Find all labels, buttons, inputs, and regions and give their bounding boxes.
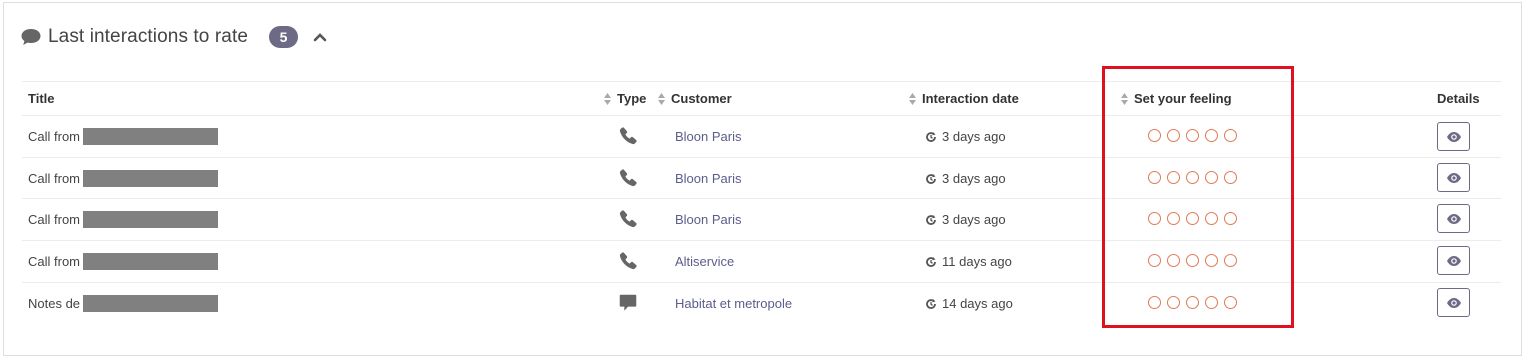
customer-link[interactable]: Habitat et metropole [675, 296, 792, 311]
column-header-customer[interactable]: Customer [657, 91, 732, 106]
history-icon [926, 131, 936, 142]
interaction-date: 3 days ago [925, 129, 1006, 144]
feeling-column-highlight [1102, 66, 1294, 328]
row-title: Call from [28, 211, 219, 228]
customer-link[interactable]: Bloon Paris [675, 171, 741, 186]
column-header-details: Details [1437, 91, 1480, 106]
interaction-date: 14 days ago [925, 296, 1013, 311]
chevron-up-icon[interactable] [313, 30, 327, 44]
column-customer-label: Customer [671, 91, 732, 106]
customer-link[interactable]: Bloon Paris [675, 212, 741, 227]
panel-title: Last interactions to rate [48, 26, 248, 47]
customer-link[interactable]: Bloon Paris [675, 129, 741, 144]
column-header-interaction-date[interactable]: Interaction date [908, 91, 1019, 106]
details-button[interactable] [1437, 204, 1470, 233]
redacted-text [83, 128, 219, 145]
phone-icon [619, 252, 637, 270]
redacted-text [83, 295, 219, 312]
date-text: 3 days ago [942, 212, 1006, 227]
interaction-date: 3 days ago [925, 212, 1006, 227]
customer-link[interactable]: Altiservice [675, 254, 734, 269]
title-text: Call from [28, 129, 81, 144]
details-button[interactable] [1437, 288, 1470, 317]
redacted-text [83, 211, 219, 228]
row-title: Call from [28, 253, 219, 270]
panel-header: Last interactions to rate 5 [20, 22, 327, 52]
row-title: Call from [28, 170, 219, 187]
eye-icon [1446, 172, 1461, 183]
redacted-text [83, 170, 219, 187]
title-text: Call from [28, 212, 81, 227]
title-text: Call from [28, 254, 81, 269]
history-icon [926, 256, 936, 267]
row-title: Call from [28, 128, 219, 145]
history-icon [926, 214, 936, 225]
redacted-text [83, 253, 219, 270]
sort-icon [604, 92, 611, 105]
date-text: 3 days ago [942, 129, 1006, 144]
date-text: 3 days ago [942, 171, 1006, 186]
row-title: Notes de [28, 295, 219, 312]
date-text: 11 days ago [942, 254, 1012, 269]
note-icon [619, 294, 637, 311]
eye-icon [1446, 255, 1461, 266]
history-icon [926, 298, 936, 309]
details-button[interactable] [1437, 163, 1470, 192]
column-header-title[interactable]: Title [28, 91, 55, 106]
sort-icon [658, 92, 665, 105]
interaction-date: 3 days ago [925, 171, 1006, 186]
date-text: 14 days ago [942, 296, 1013, 311]
interaction-date: 11 days ago [925, 254, 1012, 269]
phone-icon [619, 127, 637, 145]
count-badge: 5 [269, 26, 298, 48]
title-text: Notes de [28, 296, 81, 311]
column-details-label: Details [1437, 91, 1480, 106]
column-date-label: Interaction date [922, 91, 1019, 106]
title-text: Call from [28, 171, 81, 186]
sort-icon [909, 92, 916, 105]
history-icon [926, 173, 936, 184]
column-header-type[interactable]: Type [603, 91, 646, 106]
eye-icon [1446, 297, 1461, 308]
column-type-label: Type [617, 91, 647, 106]
details-button[interactable] [1437, 246, 1470, 275]
comment-icon [21, 29, 41, 45]
phone-icon [619, 210, 637, 228]
eye-icon [1446, 131, 1461, 142]
eye-icon [1446, 213, 1461, 224]
details-button[interactable] [1437, 122, 1470, 151]
column-title-label: Title [28, 91, 55, 106]
phone-icon [619, 169, 637, 187]
